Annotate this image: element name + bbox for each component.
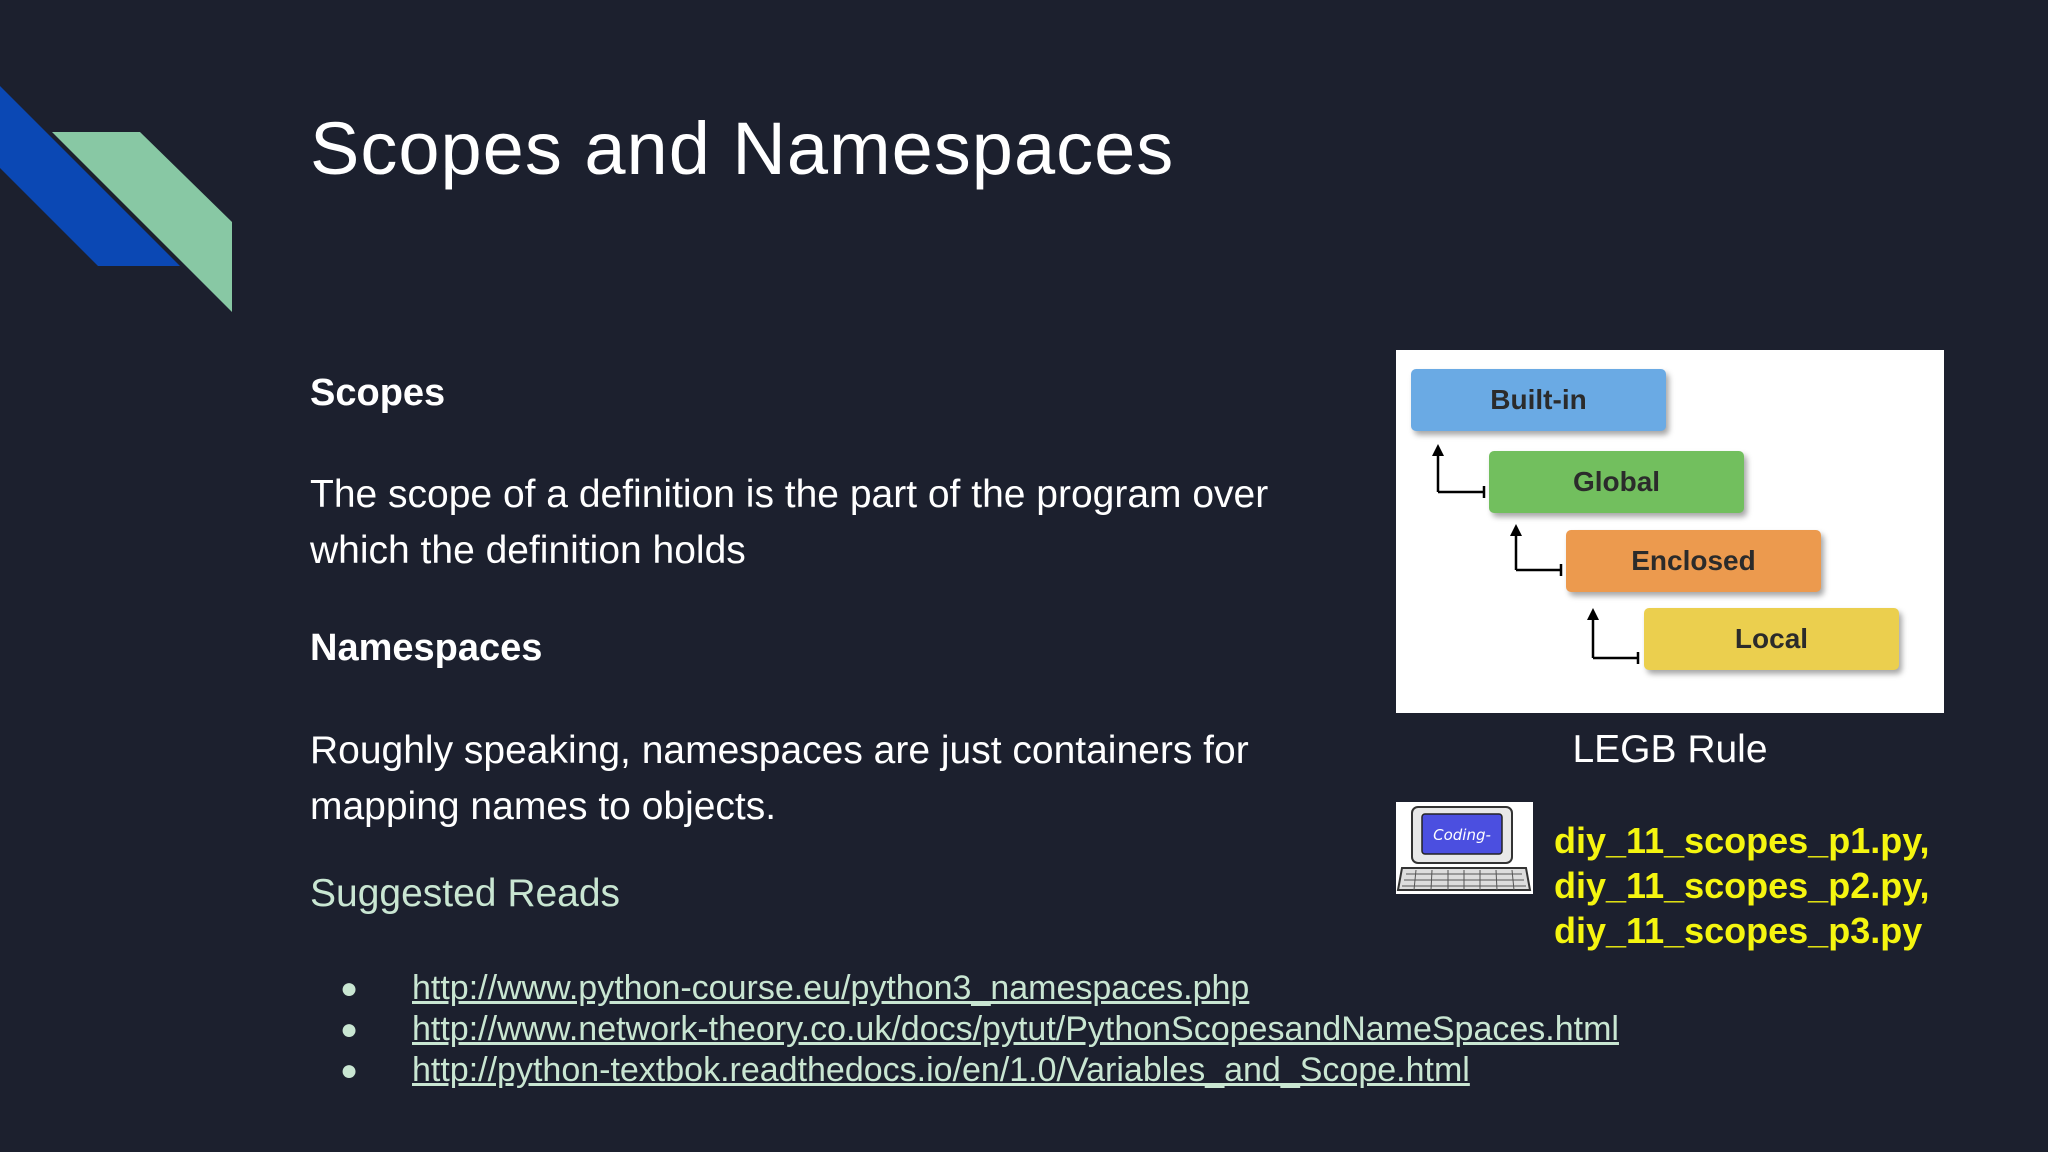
computer-icon: Coding- — [1396, 806, 1532, 891]
legb-step-local: Local — [1644, 608, 1899, 670]
namespaces-description: Roughly speaking, namespaces are just co… — [310, 723, 1310, 835]
legb-caption: LEGB Rule — [1572, 728, 1768, 771]
legb-diagram: Built-in Global Enclosed Local — [1396, 350, 1944, 713]
legb-step-enclosed: Enclosed — [1566, 530, 1821, 592]
list-item: ● http://www.network-theory.co.uk/docs/p… — [310, 1009, 1619, 1050]
bullet-icon: ● — [340, 972, 359, 1005]
scopes-heading: Scopes — [310, 372, 446, 414]
legb-step-global: Global — [1489, 451, 1744, 513]
legb-step-builtin: Built-in — [1411, 369, 1666, 431]
list-item: ● http://www.python-course.eu/python3_na… — [310, 968, 1619, 1009]
scopes-description: The scope of a definition is the part of… — [310, 467, 1310, 579]
suggested-reads-label: Suggested Reads — [310, 872, 621, 915]
scopes-description-line2: which the definition holds — [310, 529, 746, 572]
corner-decoration — [0, 86, 232, 312]
scopes-description-line1: The scope of a definition is the part of… — [310, 473, 1269, 516]
namespaces-description-line1: Roughly speaking, namespaces are just co… — [310, 729, 1249, 772]
diy-file-3: diy_11_scopes_p3.py — [1554, 910, 1923, 951]
namespaces-heading: Namespaces — [310, 627, 543, 669]
suggested-links-list: ● http://www.python-course.eu/python3_na… — [310, 968, 1619, 1091]
bullet-icon: ● — [340, 1013, 359, 1046]
namespaces-description-line2: mapping names to objects. — [310, 785, 777, 828]
coding-computer-image: Coding- — [1396, 802, 1533, 894]
arrow-enclosed-to-global — [1514, 530, 1563, 576]
link-python-course[interactable]: http://www.python-course.eu/python3_name… — [412, 969, 1249, 1007]
diy-file-2: diy_11_scopes_p2.py, — [1554, 865, 1930, 906]
link-network-theory[interactable]: http://www.network-theory.co.uk/docs/pyt… — [412, 1010, 1619, 1048]
diy-files-list: diy_11_scopes_p1.py, diy_11_scopes_p2.py… — [1554, 818, 1930, 953]
bullet-icon: ● — [340, 1054, 359, 1087]
coding-screen-text: Coding- — [1433, 826, 1491, 844]
arrow-global-to-builtin — [1436, 450, 1486, 498]
diy-file-1: diy_11_scopes_p1.py, — [1554, 820, 1930, 861]
slide-title: Scopes and Namespaces — [310, 107, 1175, 190]
arrow-local-to-enclosed — [1591, 614, 1640, 664]
list-item: ● http://python-textbok.readthedocs.io/e… — [310, 1050, 1619, 1091]
link-python-textbok[interactable]: http://python-textbok.readthedocs.io/en/… — [412, 1051, 1470, 1089]
